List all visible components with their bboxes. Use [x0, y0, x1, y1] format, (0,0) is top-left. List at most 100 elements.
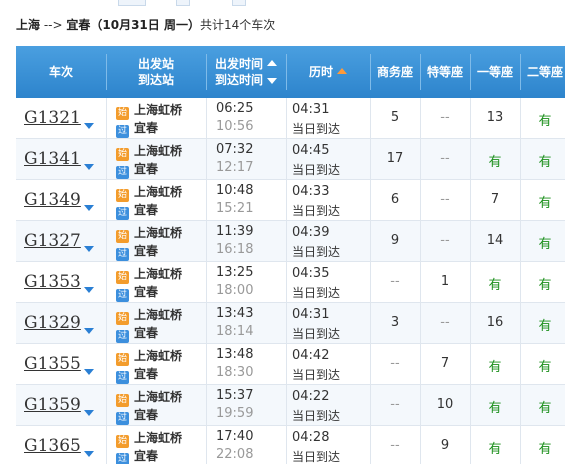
table-row: G1359 始上海虹桥过宜春 15:37 19:59 04:22 当日到达 -- 10 有 有 [16, 385, 565, 426]
arrival-time: 10:56 [216, 119, 254, 134]
seat-second: 有 [538, 114, 552, 129]
seat-second: 有 [538, 196, 552, 211]
seat-business: 17 [386, 151, 404, 166]
cell-divider [206, 139, 207, 180]
sort-up-icon[interactable] [267, 60, 277, 66]
arrival-station: 过宜春 [116, 285, 159, 302]
chevron-down-icon[interactable] [84, 123, 94, 129]
arrival-day: 当日到达 [292, 286, 341, 300]
departure-time: 17:40 [216, 429, 254, 444]
arrival-time: 18:00 [216, 283, 254, 298]
route-arrow: --> [40, 18, 67, 32]
seat-first: 7 [490, 192, 500, 207]
pass-station-icon: 过 [116, 207, 129, 220]
route-to: 宜春 [66, 18, 91, 32]
route-summary: 上海 --> 宜春（10月31日 周一）共计14个车次 [16, 16, 275, 33]
pass-station-icon: 过 [116, 330, 129, 343]
arrival-station: 过宜春 [116, 244, 159, 261]
header-first: 一等座 [476, 65, 513, 79]
sort-down-icon[interactable] [267, 78, 277, 84]
train-number-link[interactable]: G1349 [24, 190, 81, 210]
seat-first: 有 [488, 155, 502, 170]
departure-time: 13:25 [216, 265, 254, 280]
arrival-station: 过宜春 [116, 162, 159, 179]
duration: 04:22 [292, 389, 330, 404]
cell-divider [206, 221, 207, 262]
seat-first: 13 [486, 110, 504, 125]
cell-divider [286, 139, 287, 180]
route-from: 上海 [16, 18, 41, 32]
header-station-bottom: 到达站 [137, 73, 174, 87]
table-row: G1341 始上海虹桥过宜春 07:32 12:17 04:45 当日到达 17 -- 有 有 [16, 139, 565, 180]
pass-station-icon: 过 [116, 289, 129, 302]
train-number-link[interactable]: G1365 [24, 436, 81, 456]
train-number-link[interactable]: G1341 [24, 149, 81, 169]
cell-divider [106, 344, 107, 385]
arrival-day: 当日到达 [292, 245, 341, 259]
arrival-day: 当日到达 [292, 409, 341, 423]
pass-station-icon: 过 [116, 371, 129, 384]
cell-divider [106, 180, 107, 221]
chevron-down-icon[interactable] [84, 369, 94, 375]
seat-second: 有 [538, 278, 552, 293]
arrival-station: 过宜春 [116, 449, 159, 464]
train-number-link[interactable]: G1353 [24, 272, 81, 292]
seat-special: -- [440, 233, 450, 248]
header-business: 商务座 [376, 65, 413, 79]
cell-divider [106, 385, 107, 426]
cell-divider [106, 303, 107, 344]
pass-station-icon: 过 [116, 166, 129, 179]
header-time[interactable]: 出发时间 到达时间 [206, 46, 286, 98]
cell-divider [286, 344, 287, 385]
header-duration[interactable]: 历时 [286, 46, 370, 98]
arrival-station: 过宜春 [116, 367, 159, 384]
header-time-top: 出发时间 [214, 57, 263, 71]
chevron-down-icon[interactable] [84, 205, 94, 211]
departure-time: 13:43 [216, 306, 254, 321]
table-row: G1365 始上海虹桥过宜春 17:40 22:08 04:28 当日到达 -- 9 有 有 [16, 426, 565, 464]
arrival-time: 18:30 [216, 365, 254, 380]
departure-time: 07:32 [216, 142, 254, 157]
train-number-link[interactable]: G1355 [24, 354, 81, 374]
cell-divider [206, 344, 207, 385]
departure-time: 06:25 [216, 101, 254, 116]
cell-divider [106, 221, 107, 262]
seat-special: -- [440, 315, 450, 330]
chevron-down-icon[interactable] [84, 246, 94, 252]
seat-business: 9 [390, 233, 400, 248]
date-tab[interactable] [176, 0, 190, 6]
duration: 04:31 [292, 307, 330, 322]
arrival-time: 15:21 [216, 201, 254, 216]
departure-station: 始上海虹桥 [116, 103, 183, 120]
chevron-down-icon[interactable] [84, 164, 94, 170]
departure-time: 15:37 [216, 388, 254, 403]
chevron-down-icon[interactable] [84, 451, 94, 457]
cell-divider [286, 180, 287, 221]
departure-station: 始上海虹桥 [116, 144, 183, 161]
train-number-link[interactable]: G1359 [24, 395, 81, 415]
cell-divider [286, 303, 287, 344]
seat-special: 7 [440, 356, 450, 371]
chevron-down-icon[interactable] [84, 410, 94, 416]
departure-time: 10:48 [216, 183, 254, 198]
departure-time: 11:39 [216, 224, 254, 239]
table-row: G1349 始上海虹桥过宜春 10:48 15:21 04:33 当日到达 6 -- 7 有 [16, 180, 565, 221]
cell-divider [106, 426, 107, 464]
cell-divider [206, 180, 207, 221]
chevron-down-icon[interactable] [84, 287, 94, 293]
header-train[interactable]: 车次 [16, 46, 106, 98]
header-station-top: 出发站 [137, 57, 174, 71]
sort-active-icon[interactable] [337, 68, 347, 74]
arrival-station: 过宜春 [116, 326, 159, 343]
date-tab[interactable] [232, 0, 246, 6]
table-row: G1321 始上海虹桥过宜春 06:25 10:56 04:31 当日到达 5 -- 13 有 [16, 98, 565, 139]
train-number-link[interactable]: G1327 [24, 231, 81, 251]
train-number-link[interactable]: G1321 [24, 108, 81, 128]
cell-divider [286, 262, 287, 303]
seat-first: 有 [488, 401, 502, 416]
header-time-bottom: 到达时间 [214, 73, 263, 87]
cell-divider [206, 98, 207, 139]
chevron-down-icon[interactable] [84, 328, 94, 334]
date-tab[interactable] [118, 0, 146, 6]
train-number-link[interactable]: G1329 [24, 313, 81, 333]
